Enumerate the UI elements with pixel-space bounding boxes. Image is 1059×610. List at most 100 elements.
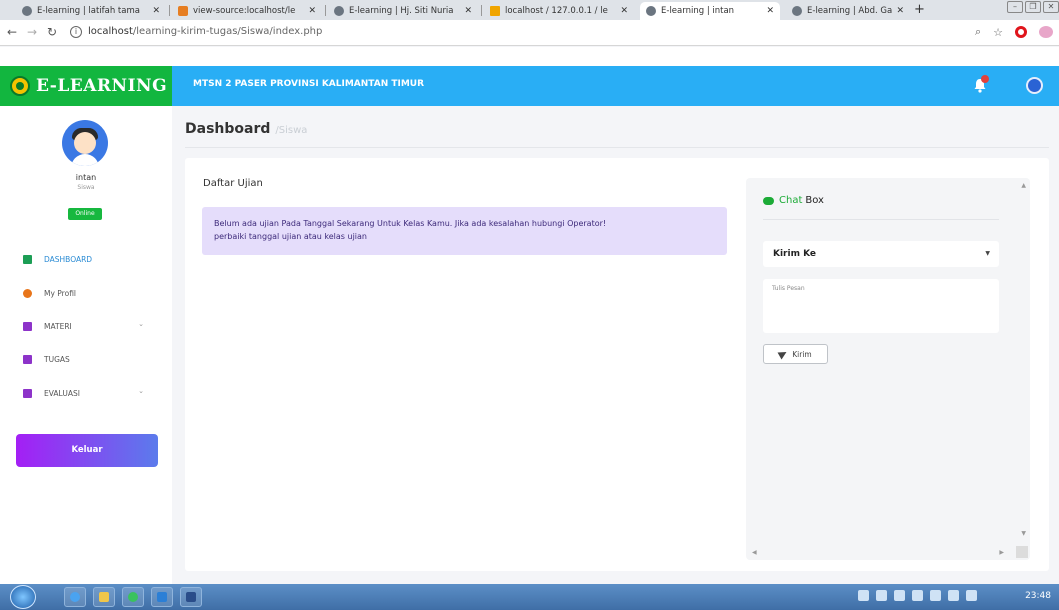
browser-tab[interactable]: E-learning | Hj. Siti Nuria ✕ bbox=[328, 2, 478, 20]
recipient-select-value: Kirim Ke bbox=[773, 249, 817, 259]
chrome-favicon-icon bbox=[22, 6, 32, 16]
close-tab-icon[interactable]: ✕ bbox=[308, 6, 316, 16]
scroll-up-icon[interactable]: ▲ bbox=[1021, 182, 1026, 189]
forward-icon[interactable]: → bbox=[27, 25, 37, 39]
sidebar-item-my-profil[interactable]: My Profil bbox=[0, 284, 172, 302]
chrome-favicon-icon bbox=[646, 6, 656, 16]
close-tab-icon[interactable]: ✕ bbox=[464, 6, 472, 16]
network-icon[interactable] bbox=[876, 590, 887, 601]
vscode-glyph bbox=[157, 592, 167, 602]
sidebar-item-label: MATERI bbox=[44, 321, 72, 331]
browser-tab[interactable]: E-learning | Abd. Gafur ✕ bbox=[786, 2, 910, 20]
sidebar-item-label: DASHBOARD bbox=[44, 254, 93, 264]
taskbar-chrome-icon[interactable] bbox=[122, 587, 144, 607]
flag-icon[interactable] bbox=[966, 590, 977, 601]
tab-title: view-source:localhost/le bbox=[193, 6, 296, 16]
sidebar-item-dashboard[interactable]: DASHBOARD bbox=[0, 250, 172, 268]
window-controls: – ❐ ✕ bbox=[1007, 1, 1059, 13]
page-title: Dashboard/Siswa bbox=[185, 121, 307, 137]
system-tray bbox=[858, 590, 977, 601]
user-name: intan bbox=[75, 173, 97, 182]
tray-arrow-icon[interactable] bbox=[894, 590, 905, 601]
opera-extension-icon[interactable] bbox=[1015, 26, 1027, 38]
sidebar-item-label: My Profil bbox=[44, 288, 76, 298]
notification-badge bbox=[981, 75, 989, 83]
page-title-text: Dashboard bbox=[185, 121, 271, 137]
tab-title: E-learning | latifah tama bbox=[37, 6, 140, 16]
zoom-icon[interactable]: ⌕ bbox=[975, 25, 981, 39]
tab-separator bbox=[325, 5, 326, 16]
chrome-glyph bbox=[128, 592, 138, 602]
chat-divider bbox=[763, 219, 999, 220]
scroll-down-icon[interactable]: ▼ bbox=[1021, 530, 1026, 537]
close-window-icon[interactable]: ✕ bbox=[1043, 1, 1059, 13]
chat-box-title: Chat Box bbox=[763, 195, 824, 206]
chat-title-rest: Box bbox=[805, 195, 824, 206]
main-card: Daftar Ujian Belum ada ujian Pada Tangga… bbox=[185, 158, 1049, 571]
exam-alert: Belum ada ujian Pada Tanggal Sekarang Un… bbox=[202, 207, 727, 255]
volume-icon[interactable] bbox=[930, 590, 941, 601]
tab-title: localhost / 127.0.0.1 / le bbox=[505, 6, 608, 16]
brand[interactable]: E-LEARNING bbox=[0, 66, 172, 106]
profile-icon bbox=[23, 288, 32, 298]
close-tab-icon[interactable]: ✕ bbox=[896, 6, 904, 16]
message-textarea[interactable]: Tulis Pesan bbox=[763, 279, 999, 333]
recipient-select[interactable]: Kirim Ke ▼ bbox=[763, 241, 999, 267]
scroll-corner bbox=[1016, 546, 1028, 558]
sidebar-item-materi[interactable]: MATERI ⌄ bbox=[0, 317, 172, 335]
top-navbar: MTSN 2 PASER PROVINSI KALIMANTAN TIMUR bbox=[172, 66, 1059, 106]
browser-tab[interactable]: E-learning | latifah tama ✕ bbox=[16, 2, 166, 20]
vertical-scrollbar[interactable]: ▲ ▼ bbox=[1014, 178, 1030, 550]
send-button-label: Kirim bbox=[792, 349, 812, 359]
chevron-down-icon: ⌄ bbox=[138, 320, 144, 328]
language-icon[interactable] bbox=[858, 590, 869, 601]
school-logo-icon bbox=[10, 76, 30, 96]
browser-tab[interactable]: localhost / 127.0.0.1 / le ✕ bbox=[484, 2, 634, 20]
maximize-icon[interactable]: ❐ bbox=[1025, 1, 1041, 13]
chevron-down-icon: ⌄ bbox=[138, 387, 144, 395]
url-field[interactable]: localhost/learning-kirim-tugas/Siswa/ind… bbox=[88, 26, 322, 37]
document-icon bbox=[23, 321, 32, 331]
close-tab-icon[interactable]: ✕ bbox=[766, 6, 774, 16]
chrome-favicon-icon bbox=[792, 6, 802, 16]
taskbar-vscode-icon[interactable] bbox=[151, 587, 173, 607]
sidebar-item-evaluasi[interactable]: EVALUASI ⌄ bbox=[0, 384, 172, 402]
alert-line-2: perbaiki tanggal ujian atau kelas ujian bbox=[214, 232, 368, 241]
signal-icon[interactable] bbox=[948, 590, 959, 601]
horizontal-scrollbar[interactable]: ◀ ▶ bbox=[746, 548, 1016, 560]
url-path: /learning-kirim-tugas/Siswa/index.php bbox=[132, 26, 323, 37]
site-info-icon[interactable]: i bbox=[70, 26, 82, 38]
browser-tab[interactable]: view-source:localhost/le ✕ bbox=[172, 2, 322, 20]
new-tab-icon[interactable]: + bbox=[914, 2, 925, 17]
document-icon bbox=[23, 388, 32, 398]
user-avatar[interactable] bbox=[1026, 77, 1043, 94]
sidebar-item-tugas[interactable]: TUGAS bbox=[0, 350, 172, 368]
taskbar-app-icon[interactable] bbox=[180, 587, 202, 607]
scroll-right-icon[interactable]: ▶ bbox=[999, 549, 1004, 556]
battery-icon[interactable] bbox=[912, 590, 923, 601]
url-host: localhost bbox=[88, 26, 133, 37]
extension-icon[interactable] bbox=[1039, 26, 1053, 38]
status-badge: Online bbox=[68, 208, 102, 220]
browser-tab-active[interactable]: E-learning | intan ✕ bbox=[640, 2, 780, 20]
send-icon bbox=[777, 348, 789, 360]
chrome-favicon-icon bbox=[334, 6, 344, 16]
taskbar-ie-icon[interactable] bbox=[64, 587, 86, 607]
scroll-left-icon[interactable]: ◀ bbox=[752, 549, 757, 556]
bookmark-star-icon[interactable]: ☆ bbox=[993, 26, 1003, 39]
logout-button[interactable]: Keluar bbox=[16, 434, 158, 467]
taskbar-explorer-icon[interactable] bbox=[93, 587, 115, 607]
sidebar: intan Siswa Online DASHBOARD My Profil M… bbox=[0, 106, 172, 584]
send-button[interactable]: Kirim bbox=[763, 344, 828, 364]
tab-separator bbox=[169, 5, 170, 16]
page-top-gap bbox=[0, 47, 1059, 66]
tab-title: E-learning | Hj. Siti Nuria bbox=[349, 6, 454, 16]
close-tab-icon[interactable]: ✕ bbox=[152, 6, 160, 16]
minimize-icon[interactable]: – bbox=[1007, 1, 1023, 13]
reload-icon[interactable]: ↻ bbox=[47, 25, 57, 39]
back-icon[interactable]: ← bbox=[7, 25, 17, 39]
address-bar: ← → ↻ i localhost/learning-kirim-tugas/S… bbox=[0, 20, 1059, 46]
close-tab-icon[interactable]: ✕ bbox=[620, 6, 628, 16]
start-button-icon[interactable] bbox=[10, 585, 36, 609]
document-icon bbox=[23, 354, 32, 364]
